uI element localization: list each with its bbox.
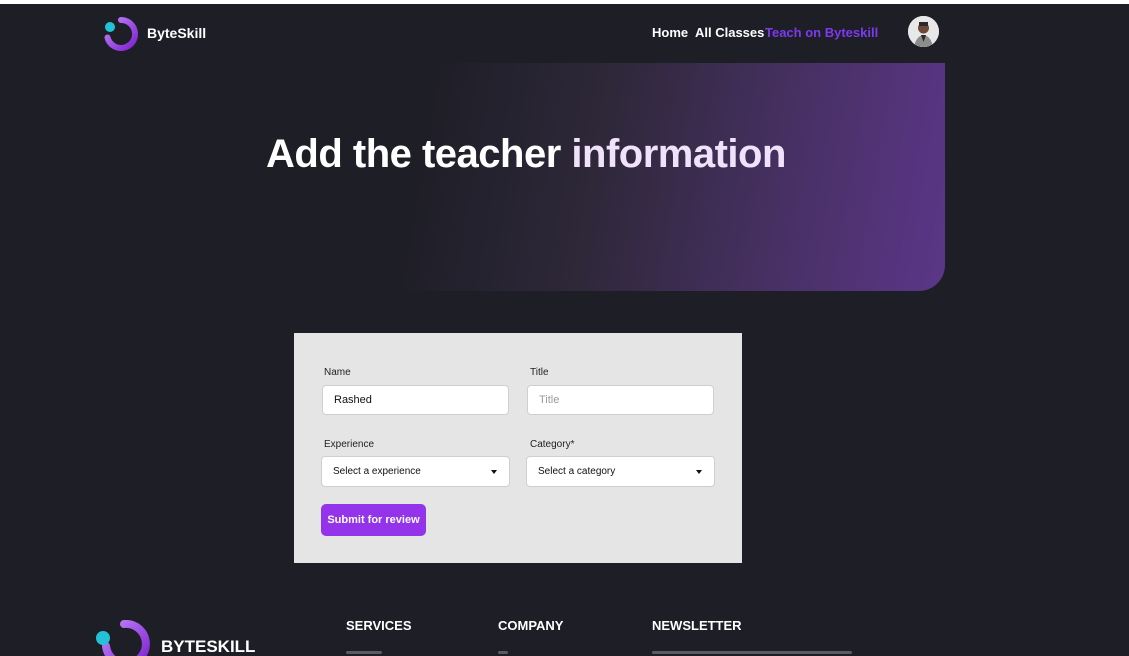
nav-home[interactable]: Home <box>652 25 688 40</box>
experience-select-value: Select a experience <box>333 466 421 477</box>
category-label: Category* <box>530 439 575 450</box>
hero-title-accent: information <box>571 132 786 176</box>
footer-newsletter-heading: NEWSLETTER <box>652 618 742 633</box>
footer-brand: BYTESKILL <box>161 637 256 656</box>
title-label: Title <box>530 367 549 378</box>
nav-teach-on-byteskill[interactable]: Teach on Byteskill <box>765 25 878 40</box>
top-strip <box>0 0 1129 4</box>
page: ByteSkill Home All Classes Teach on Byte… <box>0 0 1129 656</box>
chevron-down-icon <box>491 470 497 474</box>
hero-banner <box>275 63 945 291</box>
footer-services-link-cut[interactable] <box>346 651 382 654</box>
hero-title: Add the teacher information <box>266 132 786 177</box>
title-input[interactable] <box>527 385 714 415</box>
footer-company-heading: COMPANY <box>498 618 564 633</box>
brand-name[interactable]: ByteSkill <box>147 25 206 41</box>
footer-logo-icon[interactable] <box>95 620 151 656</box>
chevron-down-icon <box>696 470 702 474</box>
category-select[interactable]: Select a category <box>526 456 715 487</box>
name-input[interactable] <box>322 385 509 415</box>
footer-newsletter-text-cut <box>652 651 852 654</box>
footer-company-link-cut[interactable] <box>498 651 508 654</box>
hero-title-main: Add the teacher <box>266 132 572 176</box>
experience-select[interactable]: Select a experience <box>321 456 510 487</box>
avatar-icon <box>908 16 939 47</box>
nav-all-classes[interactable]: All Classes <box>695 25 764 40</box>
submit-for-review-button[interactable]: Submit for review <box>321 504 426 536</box>
name-label: Name <box>324 367 351 378</box>
category-select-value: Select a category <box>538 466 616 477</box>
experience-label: Experience <box>324 439 375 450</box>
byteskill-logo-icon[interactable] <box>104 17 138 51</box>
footer-services-heading: SERVICES <box>346 618 412 633</box>
user-avatar[interactable] <box>908 16 939 47</box>
